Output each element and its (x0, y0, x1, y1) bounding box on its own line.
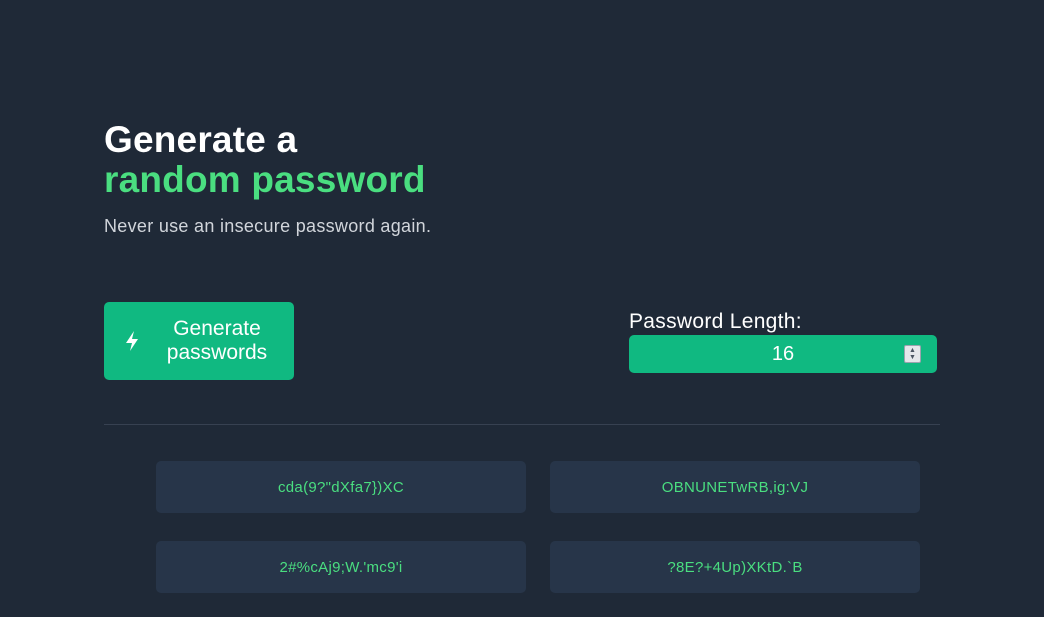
generate-passwords-button[interactable]: Generate passwords (104, 302, 294, 380)
password-card-4[interactable]: ?8E?+4Up)XKtD.`B (550, 541, 920, 593)
password-card-2[interactable]: OBNUNETwRB,ig:VJ (550, 461, 920, 513)
divider (104, 424, 940, 425)
page-subtitle: Never use an insecure password again. (104, 216, 432, 236)
password-length-label: Password Length: (629, 310, 802, 333)
generate-button-label: Generate passwords (166, 317, 268, 364)
bolt-icon (126, 331, 138, 351)
password-length-value: 16 (771, 342, 795, 365)
spinner-up-icon[interactable]: ▲ (909, 347, 916, 354)
title-line-1: Generate a (104, 119, 298, 160)
password-card-3[interactable]: 2#%cAj9;W.'mc9'i (156, 541, 526, 593)
page-title: Generate a random password (104, 120, 426, 200)
spinner-down-icon[interactable]: ▼ (909, 354, 916, 361)
title-line-2: random password (104, 159, 426, 200)
number-spinner[interactable]: ▲ ▼ (904, 345, 921, 363)
password-length-input[interactable]: 16 ▲ ▼ (629, 335, 937, 373)
app-container: Generate a random password Never use an … (0, 0, 1044, 617)
password-card-1[interactable]: cda(9?"dXfa7})XC (156, 461, 526, 513)
